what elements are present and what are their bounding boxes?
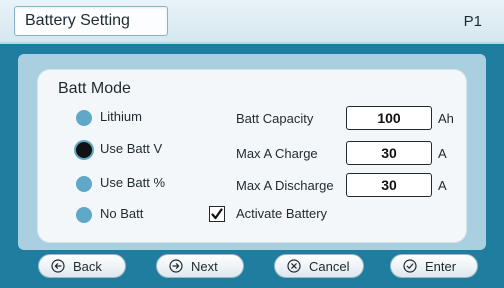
batt-capacity-label: Batt Capacity <box>236 111 314 126</box>
radio-label: No Batt <box>100 206 144 221</box>
batt-capacity-unit: Ah <box>438 111 454 126</box>
enter-button[interactable]: Enter <box>390 254 478 278</box>
next-button[interactable]: Next <box>156 254 244 278</box>
cancel-label: Cancel <box>309 259 350 274</box>
check-circle-icon <box>403 259 417 273</box>
arrow-left-circle-icon <box>51 259 65 273</box>
radio-label: Lithium <box>100 109 142 124</box>
title-bar: Battery Setting P1 <box>0 0 504 44</box>
cancel-button[interactable]: Cancel <box>274 254 364 278</box>
max-discharge-input[interactable]: 30 <box>346 173 432 197</box>
max-charge-unit: A <box>438 146 447 161</box>
radio-label: Use Batt V <box>100 141 163 156</box>
max-charge-input[interactable]: 30 <box>346 141 432 165</box>
radio-selected-icon <box>76 142 92 158</box>
next-label: Next <box>191 259 218 274</box>
back-label: Back <box>73 259 102 274</box>
radio-icon <box>76 176 92 192</box>
page-number: P1 <box>463 13 482 30</box>
arrow-right-circle-icon <box>169 259 183 273</box>
activate-battery-label: Activate Battery <box>236 206 328 221</box>
radio-icon <box>76 207 92 223</box>
activate-battery-checkbox[interactable] <box>209 206 225 222</box>
radio-label: Use Batt % <box>100 175 166 190</box>
back-button[interactable]: Back <box>38 254 126 278</box>
checkmark-icon <box>211 208 223 220</box>
close-circle-icon <box>287 259 301 273</box>
batt-capacity-input[interactable]: 100 <box>346 106 432 130</box>
enter-label: Enter <box>425 259 457 274</box>
batt-mode-title: Batt Mode <box>58 80 131 97</box>
radio-icon <box>76 110 92 126</box>
max-charge-label: Max A Charge <box>236 146 318 161</box>
page-title: Battery Setting <box>25 12 130 29</box>
max-discharge-unit: A <box>438 178 447 193</box>
max-discharge-label: Max A Discharge <box>236 178 334 193</box>
title-box: Battery Setting <box>14 6 168 36</box>
